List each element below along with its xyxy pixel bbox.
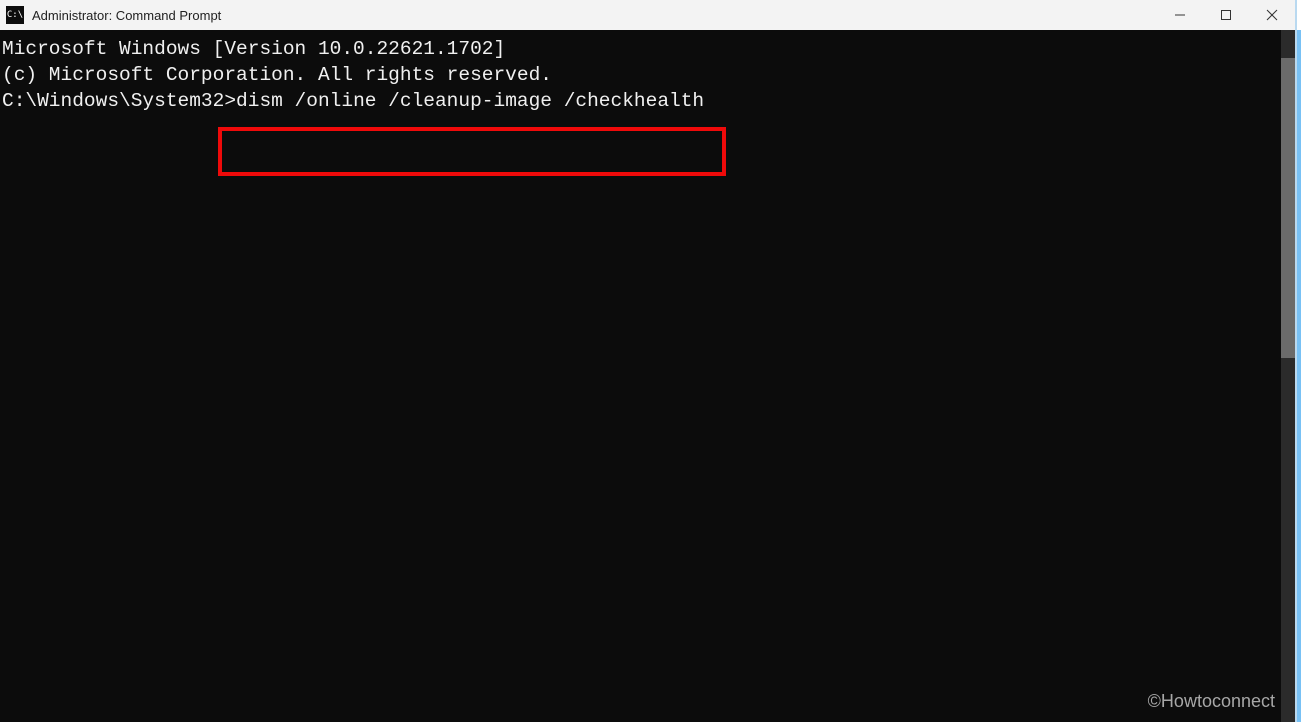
window-title: Administrator: Command Prompt xyxy=(32,8,1157,23)
console-command[interactable]: dism /online /cleanup-image /checkhealth xyxy=(236,90,704,112)
command-prompt-window: C:\ Administrator: Command Prompt Micros… xyxy=(0,0,1297,722)
console-prompt-line: C:\Windows\System32>dism /online /cleanu… xyxy=(2,88,1281,114)
accent-border xyxy=(1297,30,1301,722)
console-output[interactable]: Microsoft Windows [Version 10.0.22621.17… xyxy=(0,30,1281,722)
minimize-button[interactable] xyxy=(1157,0,1203,30)
titlebar[interactable]: C:\ Administrator: Command Prompt xyxy=(0,0,1295,30)
console-line-version: Microsoft Windows [Version 10.0.22621.17… xyxy=(2,36,1281,62)
console-prompt: C:\Windows\System32> xyxy=(2,90,236,112)
close-icon xyxy=(1266,9,1278,21)
minimize-icon xyxy=(1174,9,1186,21)
maximize-icon xyxy=(1220,9,1232,21)
maximize-button[interactable] xyxy=(1203,0,1249,30)
close-button[interactable] xyxy=(1249,0,1295,30)
window-controls xyxy=(1157,0,1295,30)
app-icon: C:\ xyxy=(6,6,24,24)
console-area: Microsoft Windows [Version 10.0.22621.17… xyxy=(0,30,1295,722)
scrollbar-thumb[interactable] xyxy=(1281,58,1295,358)
console-line-copyright: (c) Microsoft Corporation. All rights re… xyxy=(2,62,1281,88)
